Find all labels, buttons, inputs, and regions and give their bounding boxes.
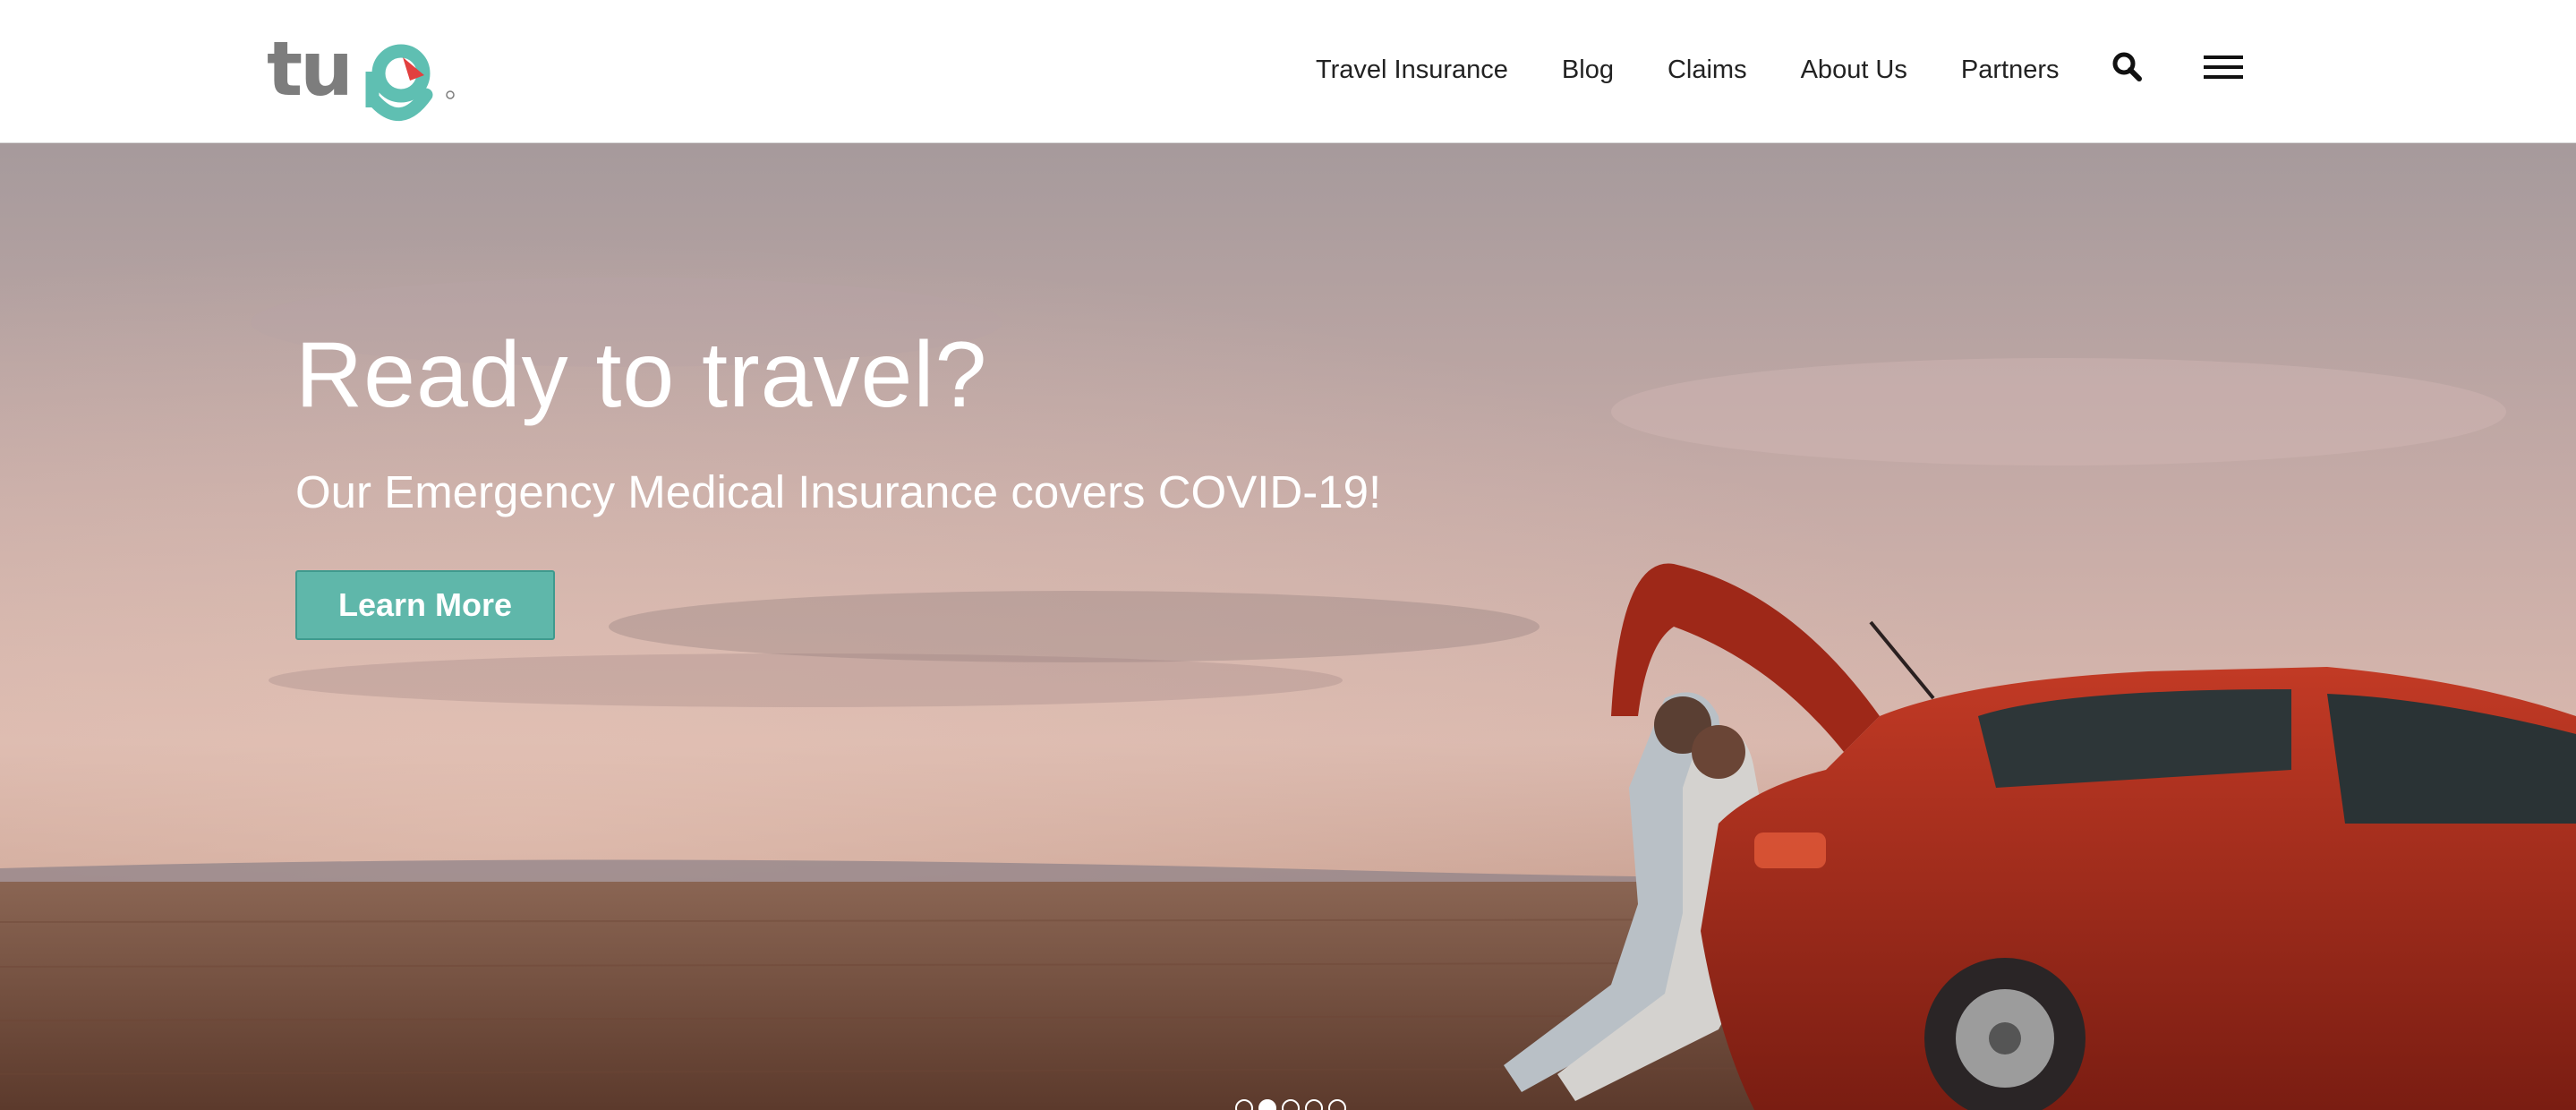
carousel-dot-5[interactable] <box>1328 1099 1346 1110</box>
learn-more-button[interactable]: Learn More <box>295 570 555 640</box>
svg-text:tu: tu <box>267 30 351 113</box>
search-icon[interactable] <box>2111 50 2143 82</box>
nav-claims[interactable]: Claims <box>1668 56 1747 85</box>
site-header: tu Travel Insurance Blog Claims About Us… <box>0 0 2576 143</box>
hamburger-menu-icon[interactable] <box>2204 56 2243 79</box>
tugo-logo[interactable]: tu <box>267 30 455 129</box>
nav-travel-insurance[interactable]: Travel Insurance <box>1316 56 1508 85</box>
nav-partners[interactable]: Partners <box>1961 56 2060 85</box>
nav-about-us[interactable]: About Us <box>1801 56 1907 85</box>
carousel-dot-1[interactable] <box>1235 1099 1253 1110</box>
carousel-dot-4[interactable] <box>1305 1099 1323 1110</box>
carousel-indicators <box>1235 1099 1346 1110</box>
carousel-dot-3[interactable] <box>1282 1099 1300 1110</box>
nav-blog[interactable]: Blog <box>1562 56 1614 85</box>
hero-subtitle: Our Emergency Medical Insurance covers C… <box>295 466 1382 517</box>
hero-banner: Ready to travel? Our Emergency Medical I… <box>0 143 2576 1110</box>
hero-title: Ready to travel? <box>295 323 988 427</box>
carousel-dot-2[interactable] <box>1258 1099 1276 1110</box>
main-nav: Travel Insurance Blog Claims About Us Pa… <box>1316 52 2113 88</box>
